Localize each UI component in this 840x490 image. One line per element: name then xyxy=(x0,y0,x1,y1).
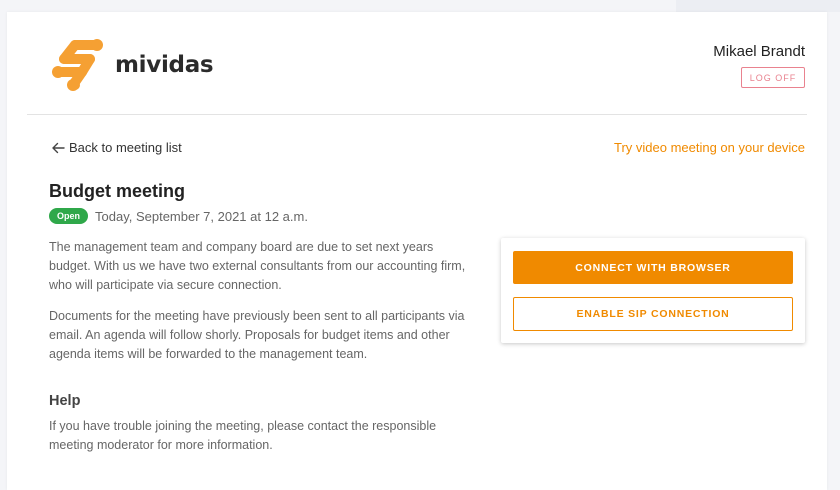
header: mividas Mikael Brandt LOG OFF xyxy=(7,12,827,115)
status-badge: Open xyxy=(49,208,89,224)
user-name: Mikael Brandt xyxy=(713,43,805,60)
connect-panel: CONNECT WITH BROWSER ENABLE SIP CONNECTI… xyxy=(501,238,805,343)
meeting-description-1: The management team and company board ar… xyxy=(49,240,466,292)
enable-sip-connection-button[interactable]: ENABLE SIP CONNECTION xyxy=(513,297,793,331)
try-video-meeting-link[interactable]: Try video meeting on your device xyxy=(614,140,805,155)
arrow-left-icon xyxy=(51,142,65,154)
help-text: If you have trouble joining the meeting,… xyxy=(49,419,437,452)
logoff-button[interactable]: LOG OFF xyxy=(741,67,805,88)
help-title: Help xyxy=(49,393,81,409)
corner-tab xyxy=(676,0,840,12)
back-link-label: Back to meeting list xyxy=(69,140,182,155)
logo[interactable]: mividas xyxy=(51,36,214,94)
brand-name: mividas xyxy=(115,52,214,78)
meeting-status-row: Open Today, September 7, 2021 at 12 a.m. xyxy=(49,208,308,224)
mividas-logo-icon xyxy=(52,39,103,91)
header-divider xyxy=(27,114,807,115)
meeting-date: Today, September 7, 2021 at 12 a.m. xyxy=(95,208,308,224)
meeting-description-2: Documents for the meeting have previousl… xyxy=(49,309,465,361)
meeting-title: Budget meeting xyxy=(49,181,186,201)
main-card: mividas Mikael Brandt LOG OFF Back to me… xyxy=(7,12,827,490)
back-to-meeting-list-link[interactable]: Back to meeting list xyxy=(51,140,182,155)
connect-with-browser-button[interactable]: CONNECT WITH BROWSER xyxy=(513,251,793,284)
